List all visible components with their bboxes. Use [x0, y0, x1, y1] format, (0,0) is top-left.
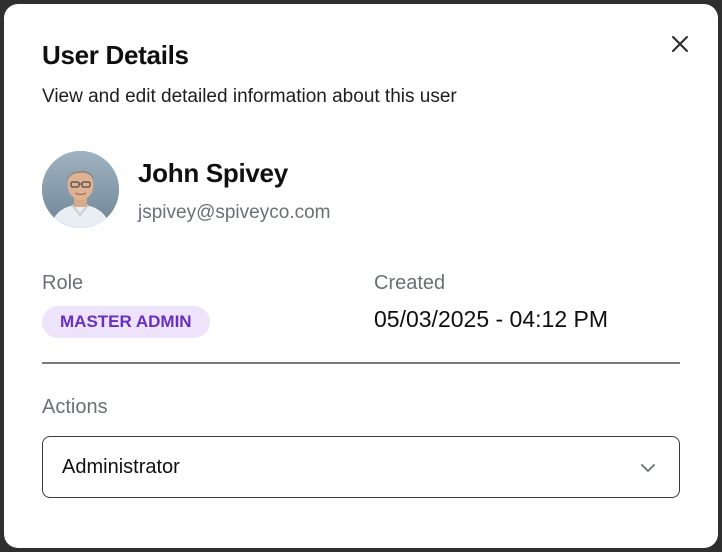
dialog-title: User Details — [42, 40, 189, 70]
close-button[interactable] — [668, 32, 692, 56]
chevron-down-icon — [641, 464, 655, 472]
dialog-subtitle: View and edit detailed information about… — [42, 86, 457, 107]
user-name: John Spivey — [138, 158, 288, 188]
role-label: Role — [42, 272, 84, 294]
avatar — [42, 151, 119, 228]
user-email: jspivey@spiveyco.com — [138, 202, 331, 223]
created-label: Created — [374, 272, 446, 294]
actions-label: Actions — [42, 396, 108, 418]
user-details-dialog: User Details View and edit detailed info… — [4, 4, 718, 548]
avatar-photo — [42, 151, 119, 228]
section-divider — [42, 362, 680, 364]
role-badge: MASTER ADMIN — [42, 306, 210, 338]
close-icon — [672, 36, 688, 52]
created-value: 05/03/2025 - 04:12 PM — [374, 306, 608, 332]
actions-select[interactable]: Administrator — [42, 436, 680, 498]
actions-select-value: Administrator — [62, 456, 180, 478]
